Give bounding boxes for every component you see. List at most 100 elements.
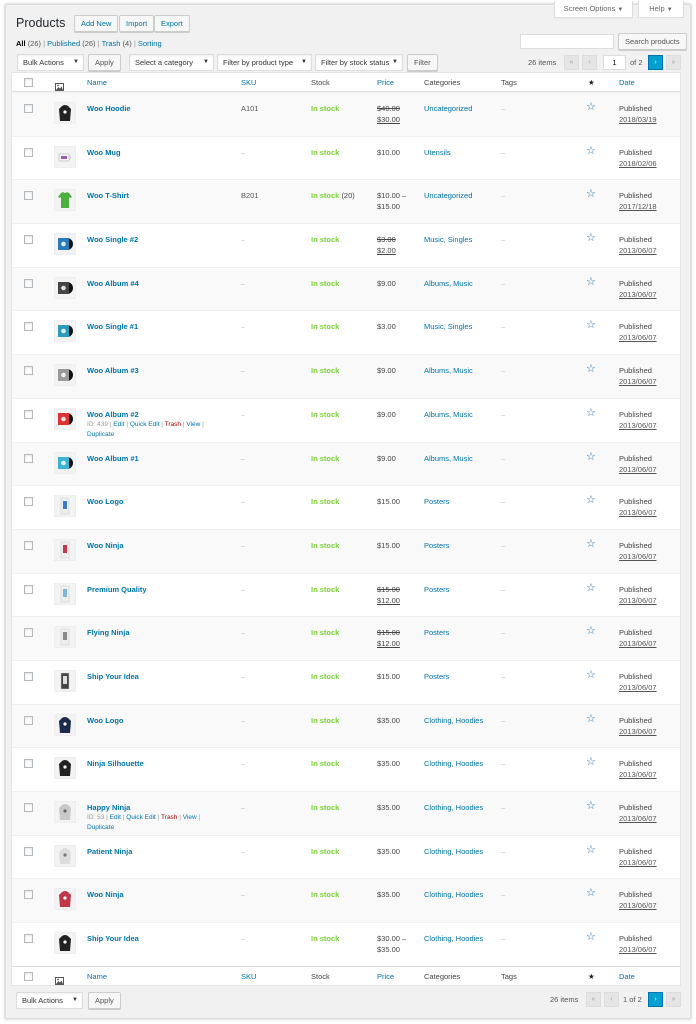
featured-star-icon[interactable]: ☆ (586, 189, 596, 200)
featured-star-icon[interactable]: ☆ (586, 801, 596, 812)
categories-link[interactable]: Clothing, Hoodies (424, 715, 483, 726)
categories-link[interactable]: Clothing, Hoodies (424, 846, 483, 857)
categories-link[interactable]: Albums, Music (424, 365, 473, 376)
product-thumbnail[interactable] (54, 888, 76, 911)
column-name[interactable]: Name (87, 967, 107, 986)
row-checkbox[interactable] (24, 191, 33, 201)
row-checkbox[interactable] (24, 278, 33, 288)
product-name-link[interactable]: Woo Single #1 (87, 322, 138, 331)
product-thumbnail[interactable] (54, 757, 76, 780)
row-checkbox[interactable] (24, 453, 33, 463)
last-page-button[interactable]: » (666, 992, 681, 1007)
apply-button-bottom[interactable]: Apply (88, 992, 121, 1009)
view-link[interactable]: View (183, 814, 197, 821)
search-products-button[interactable]: Search products (618, 33, 687, 50)
column-sku[interactable]: SKU (241, 967, 256, 986)
categories-link[interactable]: Posters (424, 627, 449, 638)
product-thumbnail[interactable] (54, 276, 76, 299)
row-checkbox[interactable] (24, 322, 33, 332)
categories-link[interactable]: Music, Singles (424, 234, 472, 245)
row-checkbox[interactable] (24, 628, 33, 638)
categories-link[interactable]: Uncategorized (424, 190, 472, 201)
apply-button[interactable]: Apply (88, 54, 121, 71)
product-thumbnail[interactable] (54, 233, 76, 256)
first-page-button[interactable]: « (564, 55, 579, 70)
prev-page-button[interactable]: ‹ (582, 55, 597, 70)
last-page-button[interactable]: » (666, 55, 681, 70)
view-trash[interactable]: Trash (102, 39, 121, 48)
product-thumbnail[interactable] (54, 189, 76, 212)
column-featured-star-icon[interactable]: ★ (588, 967, 595, 986)
trash-link[interactable]: Trash (165, 421, 181, 428)
product-name-link[interactable]: Woo Album #2 (87, 410, 139, 419)
product-name-link[interactable]: Woo Hoodie (87, 104, 131, 113)
product-thumbnail[interactable] (54, 320, 76, 343)
edit-link[interactable]: Edit (113, 421, 124, 428)
categories-link[interactable]: Clothing, Hoodies (424, 802, 483, 813)
product-thumbnail[interactable] (54, 538, 76, 561)
prev-page-button[interactable]: ‹ (604, 992, 619, 1007)
categories-link[interactable]: Uncategorized (424, 103, 472, 114)
column-price[interactable]: Price (377, 967, 394, 986)
row-checkbox[interactable] (24, 715, 33, 725)
product-thumbnail[interactable] (54, 626, 76, 649)
edit-link[interactable]: Edit (110, 814, 121, 821)
product-name-link[interactable]: Woo Album #3 (87, 366, 139, 375)
featured-star-icon[interactable]: ☆ (586, 364, 596, 375)
column-date[interactable]: Date (619, 73, 635, 92)
featured-star-icon[interactable]: ☆ (586, 276, 596, 288)
product-thumbnail[interactable] (54, 495, 76, 518)
product-thumbnail[interactable] (54, 713, 76, 736)
categories-link[interactable]: Posters (424, 540, 449, 551)
product-thumbnail[interactable] (54, 102, 76, 124)
stock-status-select[interactable]: Filter by stock status ▼ (315, 54, 403, 71)
view-sorting[interactable]: Sorting (138, 39, 162, 48)
featured-star-icon[interactable]: ☆ (586, 669, 596, 681)
help-tab[interactable]: Help ▼ (638, 1, 684, 18)
view-all[interactable]: All (16, 39, 26, 48)
select-all-checkbox[interactable] (24, 78, 33, 87)
product-type-select[interactable]: Filter by product type ▼ (217, 54, 312, 71)
featured-star-icon[interactable]: ☆ (586, 626, 596, 637)
featured-star-icon[interactable]: ☆ (586, 320, 596, 331)
filter-button[interactable]: Filter (407, 54, 438, 71)
row-checkbox[interactable] (24, 846, 33, 856)
search-input[interactable] (520, 34, 614, 49)
current-page-input[interactable] (603, 55, 626, 70)
featured-star-icon[interactable]: ☆ (586, 451, 596, 463)
next-page-button[interactable]: › (648, 992, 663, 1007)
add-new-button[interactable]: Add New (74, 15, 119, 32)
row-checkbox[interactable] (24, 104, 33, 113)
view-link[interactable]: View (186, 421, 200, 428)
product-name-link[interactable]: Woo Ninja (87, 541, 124, 550)
product-thumbnail[interactable] (54, 932, 76, 955)
categories-link[interactable]: Posters (424, 496, 449, 507)
row-checkbox[interactable] (24, 540, 33, 550)
duplicate-link[interactable]: Duplicate (87, 431, 114, 438)
product-thumbnail[interactable] (54, 364, 76, 387)
categories-link[interactable]: Posters (424, 584, 449, 595)
featured-star-icon[interactable]: ☆ (586, 888, 596, 899)
product-name-link[interactable]: Ship Your Idea (87, 934, 139, 943)
column-name[interactable]: Name (87, 73, 107, 92)
categories-link[interactable]: Clothing, Hoodies (424, 933, 483, 944)
quick-edit-link[interactable]: Quick Edit (126, 814, 156, 821)
column-date[interactable]: Date (619, 967, 635, 986)
product-name-link[interactable]: Woo Logo (87, 497, 124, 506)
column-sku[interactable]: SKU (241, 73, 256, 92)
screen-options-tab[interactable]: Screen Options ▼ (554, 1, 633, 18)
row-checkbox[interactable] (24, 497, 33, 507)
categories-link[interactable]: Music, Singles (424, 321, 472, 332)
row-checkbox[interactable] (24, 366, 33, 376)
product-name-link[interactable]: Woo Single #2 (87, 235, 138, 244)
product-name-link[interactable]: Patient Ninja (87, 847, 132, 856)
product-name-link[interactable]: Woo Album #4 (87, 279, 139, 288)
featured-star-icon[interactable]: ☆ (586, 145, 596, 157)
trash-link[interactable]: Trash (161, 814, 177, 821)
row-checkbox[interactable] (24, 409, 33, 419)
product-thumbnail[interactable] (54, 582, 76, 605)
category-select[interactable]: Select a category ▼ (129, 54, 214, 71)
column-price[interactable]: Price (377, 73, 394, 92)
product-name-link[interactable]: Woo Logo (87, 716, 124, 725)
categories-link[interactable]: Clothing, Hoodies (424, 889, 483, 900)
